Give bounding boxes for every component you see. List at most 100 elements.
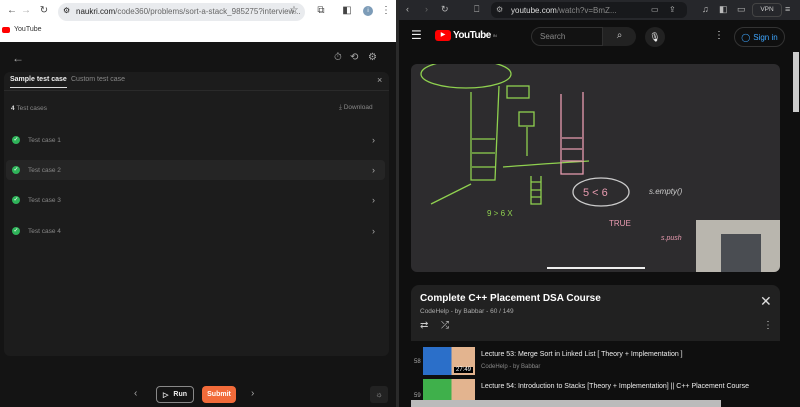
close-icon[interactable]: × [377,75,382,85]
play-icon: ▷ [163,391,169,399]
forward-icon[interactable]: → [20,5,32,16]
sketch-note: 9 > 6 X [487,209,513,218]
search-button[interactable]: ⌕ [603,27,636,46]
media-icon[interactable]: ♫ [702,4,709,14]
progress-bar[interactable] [547,267,645,269]
sketch-note: 5 < 6 [583,187,608,199]
playlist-title[interactable]: Complete C++ Placement DSA Course [420,293,601,304]
user-circle-icon: ◯ [741,32,751,42]
menu-icon[interactable]: ≡ [785,4,790,14]
next-problem-icon[interactable]: › [251,388,254,399]
logo-text: YouTube [453,30,491,41]
address-bar[interactable]: ⚙ naukri.com/code360/problems/sort-a-sta… [58,3,305,21]
shuffle-icon[interactable]: ⤮ [441,320,449,331]
url-path: /watch?v=BmZ... [556,6,617,15]
item-title: Lecture 54: Introduction to Stacks [Theo… [481,383,750,390]
sign-in-button[interactable]: ◯ Sign in [734,27,785,47]
close-icon[interactable]: ✕ [760,293,772,310]
test-case-label: Test case 1 [28,136,61,144]
loop-icon[interactable]: ⇄ [420,320,428,331]
menu-kebab-icon[interactable]: ⋮ [380,5,392,16]
hamburger-menu-icon[interactable]: ☰ [411,28,422,42]
download-label: Download [343,104,373,111]
bookmark-youtube[interactable]: YouTube [2,26,42,33]
download-button[interactable]: ⤓ Download [339,104,373,112]
tab-custom-test-case[interactable]: Custom test case [71,76,125,83]
test-count: 4 Test cases [11,105,47,112]
item-title: Lecture 53: Merge Sort in Linked List [ … [481,351,683,358]
test-case-panel [4,72,389,356]
site-settings-icon[interactable]: ⚙ [496,5,503,14]
chevron-right-icon: › [372,226,375,236]
whiteboard-sketch: 5 < 6 TRUE s.empty() s.push 9 > 6 X [420,64,780,272]
theme-toggle-icon[interactable]: ☼ [370,386,388,403]
check-icon: ✓ [12,196,20,204]
cast-icon[interactable]: ▭ [651,5,659,14]
reload-icon[interactable]: ↻ [441,4,449,15]
chevron-right-icon: › [372,195,375,205]
sidepanel-icon[interactable]: ◧ [341,5,353,16]
bookmark-icon[interactable]: ⎕ [474,4,479,15]
divider [4,90,389,91]
address-bar[interactable]: ⚙ youtube.com/watch?v=BmZ... ▭ ⇪ [491,2,687,18]
url-host: youtube.com [511,6,557,15]
youtube-icon [2,26,10,33]
duration-badge: 27:49 [453,367,473,373]
test-case-item[interactable]: ✓ Test case 2 › [6,160,385,180]
back-icon[interactable]: ← [6,5,18,16]
item-channel: CodeHelp - by Babbar [481,364,541,370]
test-case-label: Test case 3 [28,196,61,204]
bookmark-star-icon[interactable]: ☆ [288,5,300,16]
test-case-item[interactable]: ✓ Test case 3 › [6,190,385,210]
search-input[interactable]: Search [531,27,603,46]
test-count-number: 4 [11,105,15,112]
download-icon: ⤓ [339,104,342,111]
bookmark-label: YouTube [14,26,42,33]
region-code: IN [492,33,497,38]
sketch-note: s.push [661,235,682,242]
playlist-item[interactable]: 58 27:49 Lecture 53: Merge Sort in Linke… [411,347,780,375]
tab-sample-test-case[interactable]: Sample test case [10,76,67,88]
check-icon: ✓ [12,166,20,174]
url-path: /code360/problems/sort-a-stack_985275?in… [115,7,301,16]
presenter [721,234,761,272]
back-arrow-icon[interactable]: ← [12,51,24,65]
run-label: Run [173,391,187,398]
reload-icon[interactable]: ↻ [38,5,50,16]
mic-icon[interactable]: 🎙 [645,27,665,47]
back-icon[interactable]: ‹ [406,4,409,14]
test-case-item[interactable]: ✓ Test case 4 › [6,221,385,241]
site-settings-icon[interactable]: ⚙ [63,6,70,15]
share-icon[interactable]: ⇪ [669,5,676,14]
sidebar-icon[interactable]: ◧ [719,4,728,15]
avatar[interactable]: i [363,6,373,16]
more-options-icon[interactable]: ⋮ [763,320,773,331]
url-host: naukri.com [76,7,116,16]
test-case-label: Test case 4 [28,227,61,235]
sketch-note: s.empty() [649,187,683,196]
submit-button[interactable]: Submit [202,386,236,403]
wallet-icon[interactable]: ▭ [737,4,746,15]
vertical-scrollbar[interactable] [793,52,799,112]
playlist-meta: CodeHelp - by Babbar - 60 / 149 [420,308,514,315]
extensions-icon[interactable]: ⧉ [315,5,327,16]
sketch-note: TRUE [609,219,631,228]
test-case-label: Test case 2 [28,166,61,174]
reset-icon[interactable]: ⟲ [350,52,358,63]
chevron-right-icon: › [372,165,375,175]
settings-icon[interactable]: ⚙ [368,52,377,63]
playlist-panel: Complete C++ Placement DSA Course CodeHe… [411,285,780,407]
playlist-items: 58 27:49 Lecture 53: Merge Sort in Linke… [411,341,780,407]
timer-icon[interactable]: ⏱ [334,52,342,63]
prev-problem-icon[interactable]: ‹ [134,388,137,399]
item-index: 58 [414,359,421,365]
forward-icon[interactable]: › [425,4,428,14]
horizontal-scrollbar[interactable] [411,400,721,407]
more-options-icon[interactable]: ⋮ [714,30,724,41]
youtube-logo[interactable]: ▶ YouTube IN [435,30,497,41]
video-player[interactable]: 5 < 6 TRUE s.empty() s.push 9 > 6 X [411,64,780,272]
vpn-button[interactable]: VPN [752,3,782,17]
check-icon: ✓ [12,227,20,235]
run-button[interactable]: ▷ Run [156,386,194,403]
test-case-item[interactable]: ✓ Test case 1 › [6,130,385,150]
